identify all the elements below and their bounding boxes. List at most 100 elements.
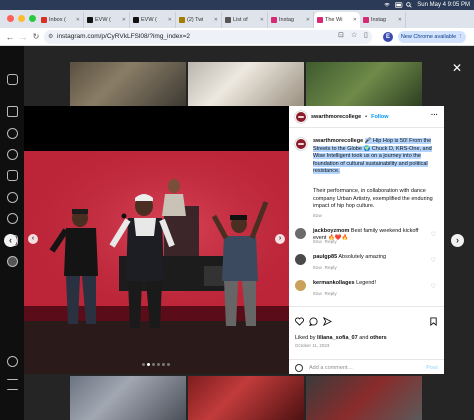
carousel-dot [142,363,145,366]
comment-like-heart-icon[interactable]: ♡ [431,231,436,238]
more-options-icon[interactable]: ··· [431,112,438,119]
previous-post-arrow-icon[interactable]: ‹ [4,234,17,247]
browser-tab[interactable]: List of ✕ [222,12,268,28]
liked-by-suffix: and [357,335,370,341]
wikipedia-icon [225,17,231,23]
comment-meta: 81w Reply [313,240,337,245]
browser-tab[interactable]: Instag ✕ [268,12,314,28]
background-post-tile[interactable] [306,62,422,106]
home-icon[interactable] [7,106,18,117]
commenter-avatar[interactable] [295,228,306,239]
search-icon[interactable] [7,128,18,139]
author-avatar[interactable] [295,110,307,123]
post-modal: ‹ › swarthmorecollege • Follow ··· swart… [24,106,444,374]
commenter-username[interactable]: kermankollages [313,280,355,286]
reply-button[interactable]: Reply [324,240,336,245]
close-tab-icon[interactable]: ✕ [76,17,80,23]
close-window-button[interactable] [7,15,14,22]
close-tab-icon[interactable]: ✕ [122,17,126,23]
clock-text[interactable]: Sun May 4 9:05 PM [417,2,470,8]
threads-icon[interactable] [7,356,18,367]
back-arrow-icon[interactable]: ← [4,31,16,43]
background-post-tile[interactable] [70,62,186,106]
liked-by: Liked by liliana_sofia_07 and others [295,335,387,341]
background-post-tile[interactable] [306,376,422,420]
reload-icon[interactable]: ↻ [30,31,42,43]
comment-text: kermankollages Legend! [313,280,423,287]
comment-icon[interactable] [309,317,318,326]
close-tab-icon[interactable]: ✕ [214,17,218,23]
address-bar[interactable]: ⚙ instagram.com/p/CyRVkLFSl08/?img_index… [44,30,372,44]
install-app-icon[interactable]: ⊡ [338,31,344,39]
background-post-tile[interactable] [70,376,186,420]
liked-by-user[interactable]: liliana_sofia_07 [317,335,358,341]
comment-like-heart-icon[interactable]: ♡ [431,257,436,264]
post-details-panel: swarthmorecollege • Follow ··· swarthmor… [289,106,444,374]
add-comment-input[interactable]: Add a comment… [309,365,353,371]
instagram-icon [363,17,369,23]
search-icon[interactable] [406,2,412,8]
browser-tab[interactable]: Instag ✕ [360,12,406,28]
background-post-tile[interactable] [188,376,304,420]
new-chrome-available-button[interactable]: New Chrome available ⋮ [398,31,466,43]
bookmark-star-icon[interactable]: ☆ [351,31,357,39]
browser-tab[interactable]: EVW (✕ [84,12,130,28]
close-tab-icon[interactable]: ✕ [306,17,310,23]
minimize-window-button[interactable] [18,15,25,22]
emoji-icon[interactable] [295,364,303,372]
commenter-avatar[interactable] [295,254,306,265]
share-icon[interactable] [323,317,332,326]
close-tab-icon[interactable]: ✕ [398,17,402,23]
more-menu-icon[interactable] [7,379,18,390]
commenter-username[interactable]: jackboyzmom [313,228,349,234]
post-actions: Liked by liliana_sofia_07 and others Oct… [289,306,444,374]
tab-label: Instag [371,17,386,23]
author-username[interactable]: swarthmorecollege [311,114,361,120]
browser-tab[interactable]: Inbox (✕ [38,12,84,28]
reply-button[interactable]: Reply [324,266,336,271]
like-heart-icon[interactable] [295,317,304,326]
follow-button[interactable]: Follow [371,114,388,120]
tab-list: Inbox (✕ EVW (✕ EVW (✕ (2) Twi ✕ List of ✕ Inst… [38,12,474,28]
close-icon[interactable]: ✕ [452,62,462,74]
notifications-heart-icon[interactable] [7,213,18,224]
close-tab-icon[interactable]: ✕ [353,17,357,23]
explore-icon[interactable] [7,149,18,160]
caption-body-text: Their performance, in collaboration with… [313,188,433,209]
comment-like-heart-icon[interactable]: ♡ [431,283,436,290]
close-tab-icon[interactable]: ✕ [260,17,264,23]
close-tab-icon[interactable]: ✕ [168,17,172,23]
wifi-icon[interactable] [384,2,390,8]
site-info-icon[interactable]: ⚙ [48,30,53,44]
comment-body: Absolutely amazing [338,254,387,260]
post-comment-button[interactable]: Post [426,360,438,376]
caption-author-avatar[interactable] [295,138,307,150]
previous-image-arrow-icon[interactable]: ‹ [28,234,38,244]
messages-icon[interactable] [7,192,18,203]
background-post-tile[interactable] [188,62,304,106]
sidebar-icon[interactable]: ▯ [364,31,368,39]
battery-icon[interactable] [395,2,403,8]
browser-tab[interactable]: (2) Twi ✕ [176,12,222,28]
commenter-username[interactable]: paulgp85 [313,254,337,260]
liked-by-others[interactable]: others [370,335,387,341]
caption-body: Their performance, in collaboration with… [313,188,433,211]
reply-button[interactable]: Reply [324,292,336,297]
commenter-avatar[interactable] [295,280,306,291]
zoom-window-button[interactable] [29,15,36,22]
forward-arrow-icon[interactable]: → [17,31,29,43]
profile-avatar[interactable]: E [383,32,393,42]
profile-avatar[interactable] [7,256,18,267]
next-post-arrow-icon[interactable]: › [451,234,464,247]
next-image-arrow-icon[interactable]: › [275,234,285,244]
browser-tab[interactable]: EVW ( ✕ [130,12,176,28]
x-icon [133,17,139,23]
reels-icon[interactable] [7,170,18,181]
caption-username[interactable]: swarthmorecollege [313,138,363,144]
carousel-dots [142,363,170,366]
browser-tab[interactable]: The Wi ✕ [314,12,360,28]
save-bookmark-icon[interactable] [429,317,438,326]
instagram-logo-icon[interactable] [7,74,18,85]
tab-label: EVW ( [141,17,157,23]
instagram-icon [317,17,323,23]
